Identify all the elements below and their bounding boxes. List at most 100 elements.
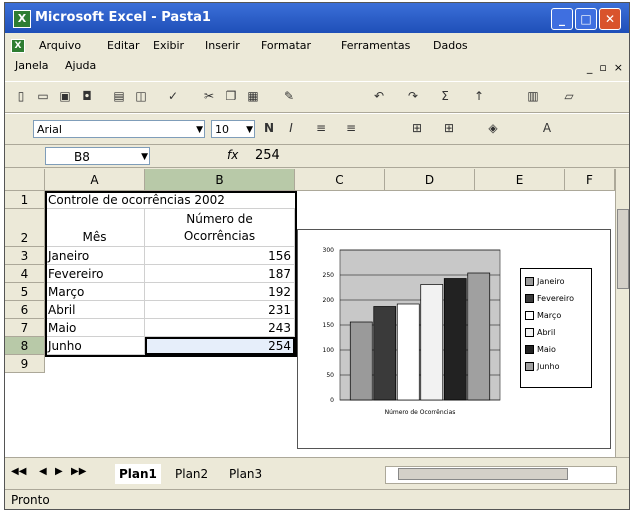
preview-icon[interactable]: ◫ bbox=[133, 88, 149, 104]
header-cell-ocorrencias[interactable]: Número de Ocorrências bbox=[145, 209, 295, 247]
paste-icon[interactable]: ▦ bbox=[245, 88, 261, 104]
formula-value[interactable]: 254 bbox=[255, 148, 280, 163]
menu-inserir[interactable]: Inserir bbox=[205, 39, 240, 52]
row-header[interactable]: 5 bbox=[5, 283, 45, 301]
fx-label[interactable]: fx bbox=[227, 148, 238, 162]
select-all-corner[interactable] bbox=[5, 169, 45, 191]
menu-arquivo[interactable]: Arquivo bbox=[39, 39, 81, 52]
row-header[interactable]: 3 bbox=[5, 247, 45, 265]
bar-fevereiro bbox=[373, 306, 397, 401]
print-icon[interactable]: ▤ bbox=[111, 88, 127, 104]
column-header-c[interactable]: C bbox=[295, 169, 385, 191]
row-header[interactable]: 6 bbox=[5, 301, 45, 319]
font-name-select[interactable]: Arial ▼ bbox=[33, 120, 205, 138]
row-header[interactable]: 9 bbox=[5, 355, 45, 373]
menu-ajuda[interactable]: Ajuda bbox=[65, 59, 96, 72]
doc-close-button[interactable]: × bbox=[614, 61, 623, 74]
month-cell[interactable]: Março bbox=[45, 283, 145, 301]
menu-ferramentas[interactable]: Ferramentas bbox=[341, 39, 410, 52]
row-header[interactable]: 4 bbox=[5, 265, 45, 283]
menu-editar[interactable]: Editar bbox=[107, 39, 140, 52]
merge-center-icon[interactable]: ⊞ bbox=[409, 120, 425, 136]
new-icon[interactable]: ▯ bbox=[13, 88, 29, 104]
menu-janela[interactable]: Janela bbox=[15, 59, 49, 72]
save-icon[interactable]: ▣ bbox=[57, 88, 73, 104]
autosum-icon[interactable]: Σ bbox=[437, 88, 453, 104]
menu-exibir[interactable]: Exibir bbox=[153, 39, 184, 52]
fill-color-icon[interactable]: ◈ bbox=[485, 120, 501, 136]
italic-icon[interactable]: I bbox=[283, 120, 299, 136]
y-tick-label: 200 bbox=[323, 297, 335, 304]
permission-icon[interactable]: ◘ bbox=[79, 88, 95, 104]
title-cell-a1[interactable]: Controle de ocorrências 2002 bbox=[45, 191, 295, 209]
sort-ascending-icon[interactable]: ↑ bbox=[471, 88, 487, 104]
document-controls: _ ▫ × bbox=[580, 61, 623, 74]
value-cell[interactable]: 231 bbox=[145, 301, 295, 319]
value-cell[interactable]: 243 bbox=[145, 319, 295, 337]
copy-icon[interactable]: ❐ bbox=[223, 88, 239, 104]
chart-wizard-icon[interactable]: ▥ bbox=[525, 88, 541, 104]
next-sheet-icon[interactable]: ▶ bbox=[55, 466, 63, 477]
month-cell[interactable]: Janeiro bbox=[45, 247, 145, 265]
bold-icon[interactable]: N bbox=[261, 120, 277, 136]
month-cell[interactable]: Junho bbox=[45, 337, 145, 355]
font-color-icon[interactable]: A bbox=[539, 120, 555, 136]
spelling-icon[interactable]: ✓ bbox=[165, 88, 181, 104]
tab-plan1[interactable]: Plan1 bbox=[115, 464, 161, 484]
row-header[interactable]: 7 bbox=[5, 319, 45, 337]
font-size-select[interactable]: 10 ▼ bbox=[211, 120, 255, 138]
vertical-scrollbar[interactable] bbox=[615, 169, 629, 457]
chart-area[interactable]: 0 50 100 150 200 250 300 Número de Ocorrências … bbox=[297, 229, 611, 449]
column-header-a[interactable]: A bbox=[45, 169, 145, 191]
doc-minimize-button[interactable]: _ bbox=[587, 61, 593, 74]
drawing-icon[interactable]: ▱ bbox=[561, 88, 577, 104]
month-cell[interactable]: Maio bbox=[45, 319, 145, 337]
sheet-tabs-bar: ◀◀ ◀ ▶ ▶▶ Plan1 Plan2 Plan3 bbox=[5, 457, 629, 488]
column-header-e[interactable]: E bbox=[475, 169, 565, 191]
header-cell-mes[interactable]: Mês bbox=[45, 209, 145, 247]
tab-plan3[interactable]: Plan3 bbox=[225, 464, 266, 484]
font-size-value: 10 bbox=[215, 123, 229, 136]
row-header[interactable]: 1 bbox=[5, 191, 45, 209]
name-box[interactable]: B8 ▼ bbox=[45, 147, 150, 165]
align-left-icon[interactable]: ≡ bbox=[313, 120, 329, 136]
undo-icon[interactable]: ↶ bbox=[371, 88, 387, 104]
vertical-scroll-thumb[interactable] bbox=[617, 209, 629, 289]
value-cell[interactable]: 187 bbox=[145, 265, 295, 283]
cut-icon[interactable]: ✂ bbox=[201, 88, 217, 104]
first-sheet-icon[interactable]: ◀◀ bbox=[11, 466, 26, 477]
horizontal-scroll-thumb[interactable] bbox=[398, 468, 568, 480]
month-cell[interactable]: Abril bbox=[45, 301, 145, 319]
value-cell[interactable]: 156 bbox=[145, 247, 295, 265]
row-header[interactable]: 8 bbox=[5, 337, 45, 355]
maximize-button[interactable]: □ bbox=[575, 8, 597, 30]
legend-label: Junho bbox=[537, 362, 560, 371]
redo-icon[interactable]: ↷ bbox=[405, 88, 421, 104]
y-tick-label: 0 bbox=[330, 397, 334, 404]
doc-icon: X bbox=[11, 39, 25, 53]
close-button[interactable]: ✕ bbox=[599, 8, 621, 30]
month-cell[interactable]: Fevereiro bbox=[45, 265, 145, 283]
align-center-icon[interactable]: ≡ bbox=[343, 120, 359, 136]
chevron-down-icon: ▼ bbox=[141, 152, 148, 162]
last-sheet-icon[interactable]: ▶▶ bbox=[71, 466, 86, 477]
menu-dados[interactable]: Dados bbox=[433, 39, 468, 52]
row-header[interactable]: 2 bbox=[5, 209, 45, 247]
minimize-button[interactable]: _ bbox=[551, 8, 573, 30]
excel-icon: X bbox=[13, 10, 31, 28]
legend-swatch bbox=[525, 311, 534, 320]
borders-icon[interactable]: ⊞ bbox=[441, 120, 457, 136]
menu-formatar[interactable]: Formatar bbox=[261, 39, 311, 52]
prev-sheet-icon[interactable]: ◀ bbox=[39, 466, 47, 477]
value-cell[interactable]: 192 bbox=[145, 283, 295, 301]
horizontal-scrollbar[interactable] bbox=[385, 466, 617, 484]
tab-plan2[interactable]: Plan2 bbox=[171, 464, 212, 484]
chart-legend[interactable]: Janeiro Fevereiro Março Abril Maio Junho bbox=[520, 268, 592, 388]
doc-restore-button[interactable]: ▫ bbox=[599, 61, 606, 74]
selected-value-cell[interactable]: 254 bbox=[145, 337, 295, 355]
column-header-d[interactable]: D bbox=[385, 169, 475, 191]
format-painter-icon[interactable]: ✎ bbox=[281, 88, 297, 104]
column-header-f[interactable]: F bbox=[565, 169, 615, 191]
column-header-b[interactable]: B bbox=[145, 169, 295, 191]
open-icon[interactable]: ▭ bbox=[35, 88, 51, 104]
